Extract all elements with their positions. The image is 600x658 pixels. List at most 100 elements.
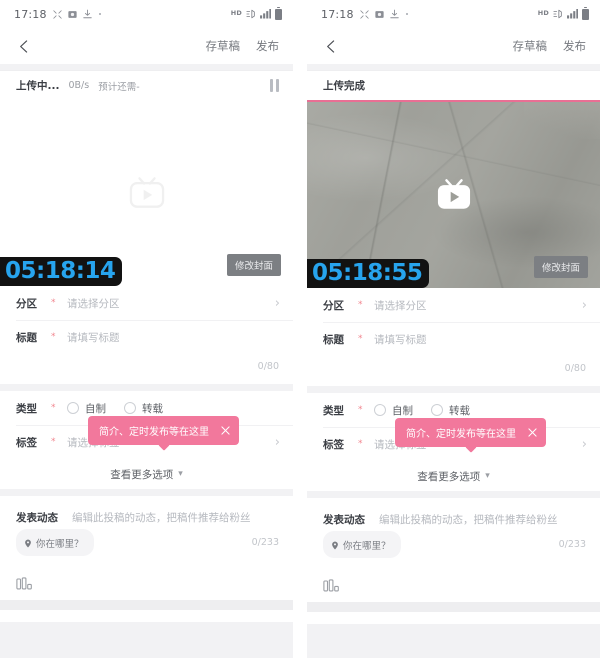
title-required-star: * [358,334,363,344]
upload-status-title: 上传完成 [323,80,365,92]
nav-bar: 存草稿 发布 [307,28,600,64]
video-preview[interactable]: 05:18:14 修改封面 [0,100,293,286]
dynamic-counter: 0/233 [251,537,279,548]
dynamic-input[interactable]: 编辑此投稿的动态，把稿件推荐给粉丝 [72,510,251,525]
pause-icon[interactable] [270,79,279,92]
title-counter-row: 0/80 [0,354,293,384]
dynamic-counter: 0/233 [558,539,586,550]
type-radio-group: 自制 转载 [67,401,280,416]
phone-screen-left: 17:18 HD 存草稿 发布 上传中... 0B/s 预计还需- 05:18:… [0,0,293,658]
category-placeholder: 请选择分区 [374,299,427,312]
section-gap-2 [307,386,600,393]
title-input[interactable]: 请填写标题 [67,330,280,345]
location-chip-button[interactable]: 你在哪里？ [323,531,401,558]
save-draft-button[interactable]: 存草稿 [206,38,241,54]
video-timestamp-badge: 05:18:55 [307,258,430,288]
nav-bar: 存草稿 发布 [0,28,293,64]
location-chip-label: 你在哪里？ [36,538,84,550]
tags-label: 标签 [16,436,37,449]
publish-button[interactable]: 发布 [563,38,586,54]
type-required-star: * [51,403,56,413]
change-cover-button[interactable]: 修改封面 [226,254,281,276]
hd-icon: HD [230,9,242,17]
more-dot-icon [405,12,409,16]
radio-self-made[interactable]: 自制 [67,401,106,416]
video-timestamp: 05:18:55 [312,259,423,286]
more-options-button[interactable]: 查看更多选项 ▾ [0,459,293,489]
dynamic-label: 发表动态 [323,514,365,526]
form-card-2: 类型 * 自制 转载 标签 * 请选择标签 › [307,393,600,491]
section-gap-2 [0,384,293,391]
category-placeholder: 请选择分区 [67,297,120,310]
tooltip-text: 简介、定时发布等在这里 [406,429,516,440]
location-chip-button[interactable]: 你在哪里？ [16,529,94,556]
video-timestamp: 05:18:14 [5,257,116,284]
bar-chart-topic-icon[interactable] [323,578,341,592]
hd-icon: HD [537,9,549,17]
more-dot-icon [98,12,102,16]
feature-tooltip: 简介、定时发布等在这里 [88,416,239,451]
radio-self-made[interactable]: 自制 [374,403,413,418]
form-row-title[interactable]: 标题 * 请填写标题 [0,320,293,354]
dynamic-footer-row: 你在哪里？ 0/233 [323,531,586,558]
form-card-2: 类型 * 自制 转载 标签 * 请选择标签 › [0,391,293,489]
radio-repost[interactable]: 转载 [431,403,470,418]
feature-tooltip: 简介、定时发布等在这里 [395,418,546,453]
close-icon[interactable] [528,428,537,437]
chevron-right-icon: › [274,434,280,450]
location-pin-icon [24,533,32,552]
form-row-tags[interactable]: 标签 * 请选择标签 › 简介、定时发布等在这里 [0,416,293,459]
radio-circle-icon [67,402,79,414]
signal-icon [260,9,271,19]
radio-self-made-label: 自制 [392,404,413,417]
title-input[interactable]: 请填写标题 [374,332,587,347]
back-arrow-icon[interactable] [323,38,340,55]
type-label: 类型 [323,404,344,417]
form-row-tags[interactable]: 标签 * 请选择标签 › 简介、定时发布等在这里 [307,418,600,461]
more-options-button[interactable]: 查看更多选项 ▾ [307,461,600,491]
status-time: 17:18 [14,7,47,21]
location-chip-label: 你在哪里？ [343,540,391,552]
type-label: 类型 [16,402,37,415]
type-radio-group: 自制 转载 [374,403,587,418]
type-required-star: * [358,405,363,415]
chevron-right-icon: › [274,295,280,311]
tags-required-star: * [51,437,56,447]
download-icon [83,9,92,19]
category-required-star: * [51,298,56,308]
save-draft-button[interactable]: 存草稿 [513,38,548,54]
close-icon[interactable] [221,426,230,435]
category-label: 分区 [16,297,37,310]
radio-repost[interactable]: 转载 [124,401,163,416]
publish-button[interactable]: 发布 [256,38,279,54]
more-options-label: 查看更多选项 [417,470,481,483]
footer-white [0,610,293,622]
dynamic-input[interactable]: 编辑此投稿的动态，把稿件推荐给粉丝 [379,512,558,527]
radio-repost-label: 转载 [142,402,163,415]
download-icon [390,9,399,19]
back-arrow-icon[interactable] [16,38,33,55]
radio-circle-icon [374,404,386,416]
phone-screen-right: 17:18 HD 存草稿 发布 上传完成 05:18:55 修改封面 分区 * … [307,0,600,658]
bilibili-play-icon [435,178,473,212]
change-cover-button[interactable]: 修改封面 [533,256,588,278]
radio-self-made-label: 自制 [85,402,106,415]
tags-label: 标签 [323,438,344,451]
section-gap-3 [307,491,600,498]
video-preview[interactable]: 05:18:55 修改封面 [307,102,600,288]
upload-speed: 0B/s [68,80,90,91]
bilibili-play-icon [128,176,166,210]
form-row-category[interactable]: 分区 * 请选择分区 › [307,288,600,322]
battery-icon [275,6,282,20]
form-row-title[interactable]: 标题 * 请填写标题 [307,322,600,356]
bar-chart-topic-icon[interactable] [16,576,34,590]
dynamic-footer-row: 你在哪里？ 0/233 [16,529,279,556]
dynamic-section: 发表动态 编辑此投稿的动态，把稿件推荐给粉丝 你在哪里？ 0/233 [307,498,600,568]
more-options-label: 查看更多选项 [110,468,174,481]
form-card: 分区 * 请选择分区 › 标题 * 请填写标题 0/80 [307,288,600,386]
form-row-category[interactable]: 分区 * 请选择分区 › [0,286,293,320]
title-label: 标题 [16,331,37,344]
shrink-icon [360,9,369,19]
network-icon [246,9,256,19]
dynamic-header-row: 发表动态 编辑此投稿的动态，把稿件推荐给粉丝 [0,496,293,525]
